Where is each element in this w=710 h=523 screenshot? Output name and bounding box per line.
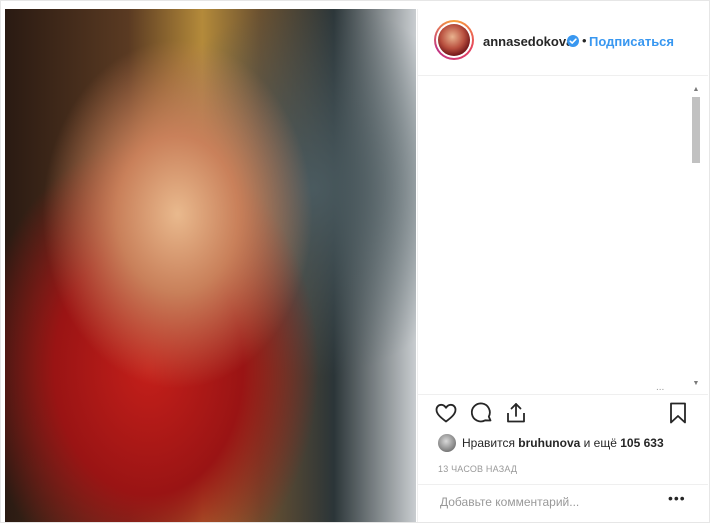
post-timestamp[interactable]: 13 часов назад xyxy=(438,464,517,474)
likes-conjunction: и ещё xyxy=(583,436,617,450)
liker-username[interactable]: bruhunova xyxy=(518,436,580,450)
scroll-up-arrow-icon[interactable]: ▲ xyxy=(691,85,701,95)
share-icon[interactable] xyxy=(504,401,530,427)
post-header: annasedokova • Подписаться xyxy=(418,9,708,76)
liker-avatar[interactable] xyxy=(438,434,456,452)
comments-scrollbar[interactable]: ▲ ▼ xyxy=(691,85,701,389)
more-options-icon[interactable]: ••• xyxy=(668,490,686,506)
scroll-down-arrow-icon[interactable]: ▼ xyxy=(691,379,701,389)
action-bar xyxy=(434,401,694,429)
username-link[interactable]: annasedokova xyxy=(483,34,573,49)
instagram-post: annasedokova • Подписаться ▲ ▼ ... Нрави… xyxy=(0,0,710,523)
divider xyxy=(418,484,708,485)
bookmark-icon[interactable] xyxy=(666,401,692,427)
likes-summary: Нравится bruhunova и ещё 105 633 xyxy=(434,433,664,453)
heart-icon[interactable] xyxy=(434,401,460,427)
post-sidebar: annasedokova • Подписаться ▲ ▼ ... Нрави… xyxy=(417,9,708,522)
comment-input[interactable] xyxy=(438,490,662,514)
scroll-thumb[interactable] xyxy=(692,97,700,163)
likes-count[interactable]: 105 633 xyxy=(620,436,663,450)
post-photo[interactable] xyxy=(5,9,416,522)
likes-prefix: Нравится xyxy=(462,436,515,450)
divider xyxy=(418,394,708,395)
profile-avatar[interactable] xyxy=(434,20,474,60)
follow-button[interactable]: Подписаться xyxy=(589,34,674,49)
comments-area[interactable] xyxy=(418,76,708,394)
separator-dot: • xyxy=(582,33,587,48)
comments-overflow-indicator: ... xyxy=(656,382,665,393)
comment-bubble-icon[interactable] xyxy=(470,401,496,427)
verified-badge-icon xyxy=(567,35,579,47)
